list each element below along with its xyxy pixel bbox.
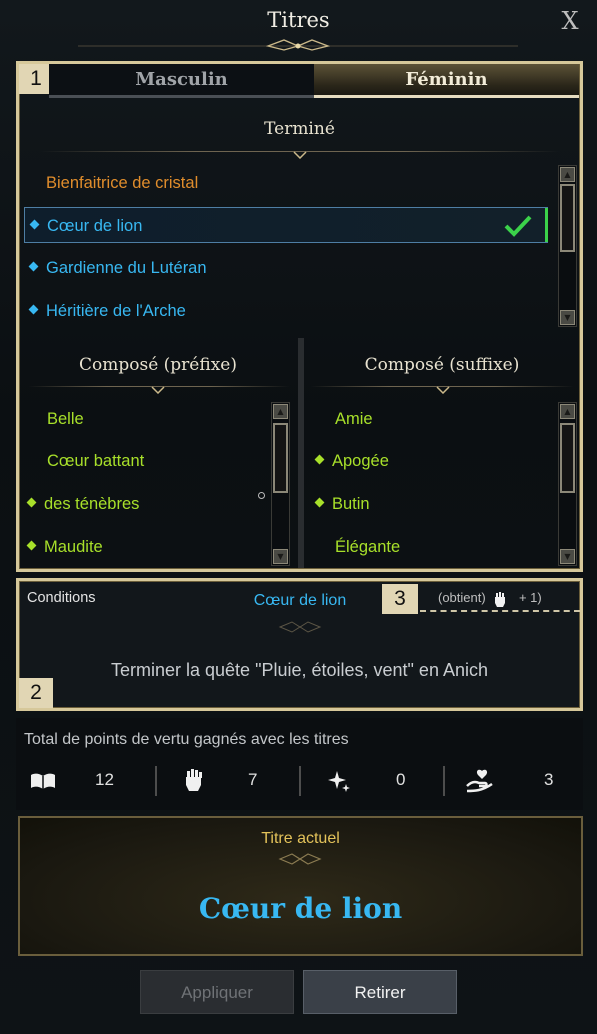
stat-separator xyxy=(155,766,157,796)
chevron-down-icon xyxy=(436,386,450,394)
virtue-stat-book: 12 xyxy=(28,766,148,796)
chevron-down-icon xyxy=(151,386,165,394)
diamond-marker-icon xyxy=(29,219,40,230)
window-title: Titres xyxy=(267,8,330,32)
list-item-label: Amie xyxy=(335,410,373,428)
list-item-label: Élégante xyxy=(335,538,401,556)
list-item-label: Bienfaitrice de cristal xyxy=(46,174,199,192)
list-item-label: des ténèbres xyxy=(44,495,140,513)
book-icon xyxy=(31,773,55,789)
virtue-value-fist: 7 xyxy=(248,770,258,789)
list-item-heritiere[interactable]: Héritière de l'Arche xyxy=(28,293,530,329)
check-icon xyxy=(504,215,532,237)
list-item-label: Belle xyxy=(47,410,84,428)
virtue-value-sparkle: 0 xyxy=(396,770,406,789)
diamond-marker-icon xyxy=(26,497,37,508)
prefix-item-belle[interactable]: Belle xyxy=(47,401,84,437)
scroll-thumb[interactable] xyxy=(560,184,575,252)
virtue-stat-fist: 7 xyxy=(180,766,290,796)
conditions-ornament-icon xyxy=(278,621,322,633)
condition-description: Terminer la quête "Pluie, étoiles, vent"… xyxy=(111,660,488,680)
list-item-label: Cœur de lion xyxy=(47,217,143,235)
tab-feminin[interactable]: Féminin xyxy=(314,64,579,98)
completed-heading: Terminé xyxy=(264,119,335,139)
diamond-marker-icon xyxy=(28,304,39,315)
list-item-label: Cœur battant xyxy=(47,452,145,470)
list-item-gardienne[interactable]: Gardienne du Lutéran xyxy=(28,250,530,286)
suffix-heading: Composé (suffixe) xyxy=(364,355,520,375)
cursor-dot-icon xyxy=(258,492,265,499)
scroll-up-icon[interactable]: ▲ xyxy=(560,167,575,182)
list-item-label: Apogée xyxy=(332,452,389,470)
virtue-label: Total de points de vertu gagnés avec les… xyxy=(24,731,349,748)
prefix-scrollbar[interactable]: ▲ ▼ xyxy=(271,402,290,566)
badge-1: 1 xyxy=(19,64,53,94)
completed-scrollbar[interactable]: ▲ ▼ xyxy=(558,165,577,327)
suffix-scrollbar[interactable]: ▲ ▼ xyxy=(558,402,577,566)
scroll-thumb[interactable] xyxy=(560,423,575,493)
obtain-suffix: + 1) xyxy=(518,590,542,605)
list-item-label: Héritière de l'Arche xyxy=(46,302,186,320)
list-item-label: Maudite xyxy=(44,538,103,556)
prefix-item-coeur-battant[interactable]: Cœur battant xyxy=(47,443,144,479)
columns-divider xyxy=(298,338,304,568)
badge-2: 2 xyxy=(19,678,53,708)
gender-tabs: Masculin Féminin xyxy=(49,64,579,100)
virtue-value-heart: 3 xyxy=(544,770,554,789)
suffix-item-apogee[interactable]: Apogée xyxy=(314,443,389,479)
list-item-coeur-de-lion[interactable]: Cœur de lion xyxy=(24,207,548,243)
prefix-item-maudite[interactable]: Maudite xyxy=(26,529,103,565)
list-item-bienfaitrice[interactable]: Bienfaitrice de cristal xyxy=(46,165,546,201)
current-title-ornament-icon xyxy=(278,853,322,865)
prefix-item-des-tenebres[interactable]: des ténèbres xyxy=(26,486,140,522)
scroll-down-icon[interactable]: ▼ xyxy=(273,549,288,564)
title-bar: Titres X xyxy=(0,0,597,56)
selected-indicator xyxy=(545,208,548,242)
apply-button[interactable]: Appliquer xyxy=(140,970,294,1014)
current-title-value: Cœur de lion xyxy=(198,892,403,925)
virtue-stat-sparkle: 0 xyxy=(325,766,435,796)
scroll-up-icon[interactable]: ▲ xyxy=(273,404,288,419)
badge-3: 3 xyxy=(382,584,418,614)
heart-hand-icon xyxy=(466,769,493,793)
titles-window: Titres X 1 Masculin Féminin Terminé Bien… xyxy=(0,0,597,1034)
diamond-marker-icon xyxy=(314,497,325,508)
conditions-title-name: Cœur de lion xyxy=(253,592,347,609)
chevron-down-icon xyxy=(293,151,307,159)
diamond-marker-icon xyxy=(314,454,325,465)
scroll-down-icon[interactable]: ▼ xyxy=(560,310,575,325)
diamond-marker-icon xyxy=(26,540,37,551)
remove-button[interactable]: Retirer xyxy=(303,970,457,1014)
suffix-item-elegante[interactable]: Élégante xyxy=(335,529,400,565)
scroll-thumb[interactable] xyxy=(273,423,288,493)
obtain-prefix: (obtient) xyxy=(438,590,486,605)
virtue-value-book: 12 xyxy=(95,770,114,789)
virtue-stat-heart: 3 xyxy=(466,766,576,796)
list-item-label: Butin xyxy=(332,495,370,513)
diamond-marker-icon xyxy=(28,261,39,272)
fist-icon xyxy=(186,769,202,791)
current-title-label: Titre actuel xyxy=(261,830,340,847)
obtain-info: (obtient) + 1) xyxy=(420,590,580,612)
suffix-item-amie[interactable]: Amie xyxy=(335,401,373,437)
stat-separator xyxy=(299,766,301,796)
scroll-down-icon[interactable]: ▼ xyxy=(560,549,575,564)
tab-masculin[interactable]: Masculin xyxy=(49,64,314,98)
list-item-label: Gardienne du Lutéran xyxy=(46,259,207,277)
scroll-up-icon[interactable]: ▲ xyxy=(560,404,575,419)
prefix-heading: Composé (préfixe) xyxy=(79,355,237,375)
close-button[interactable]: X xyxy=(557,8,583,34)
stat-separator xyxy=(443,766,445,796)
title-ornament-icon xyxy=(78,39,518,51)
conditions-label: Conditions xyxy=(27,590,96,606)
sparkle-icon xyxy=(328,771,350,792)
fist-icon xyxy=(493,591,507,607)
suffix-item-butin[interactable]: Butin xyxy=(314,486,370,522)
